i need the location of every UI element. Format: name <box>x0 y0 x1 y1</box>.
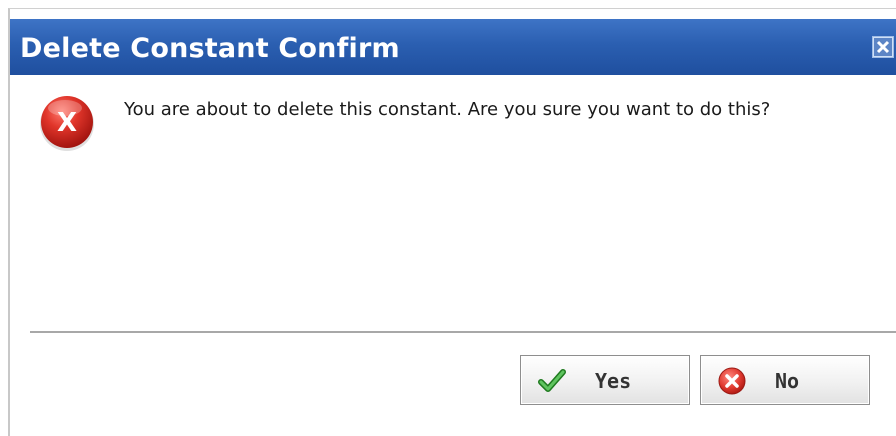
no-button[interactable]: No <box>700 355 870 405</box>
divider <box>30 331 896 333</box>
confirm-dialog: Delete Constant Confirm X You are about … <box>8 8 896 436</box>
yes-button[interactable]: Yes <box>520 355 690 405</box>
error-icon: X <box>40 96 94 151</box>
close-icon <box>874 38 892 56</box>
dialog-message: You are about to delete this constant. A… <box>124 99 771 120</box>
yes-button-label: Yes <box>595 369 632 393</box>
no-button-label: No <box>775 369 800 393</box>
cancel-icon <box>718 367 746 395</box>
dialog-title: Delete Constant Confirm <box>20 33 400 64</box>
svg-text:X: X <box>57 108 77 138</box>
close-button[interactable] <box>872 36 894 58</box>
message-row: X You are about to delete this constant.… <box>38 93 878 163</box>
dialog-titlebar[interactable]: Delete Constant Confirm <box>10 19 896 75</box>
checkmark-icon <box>538 369 566 392</box>
